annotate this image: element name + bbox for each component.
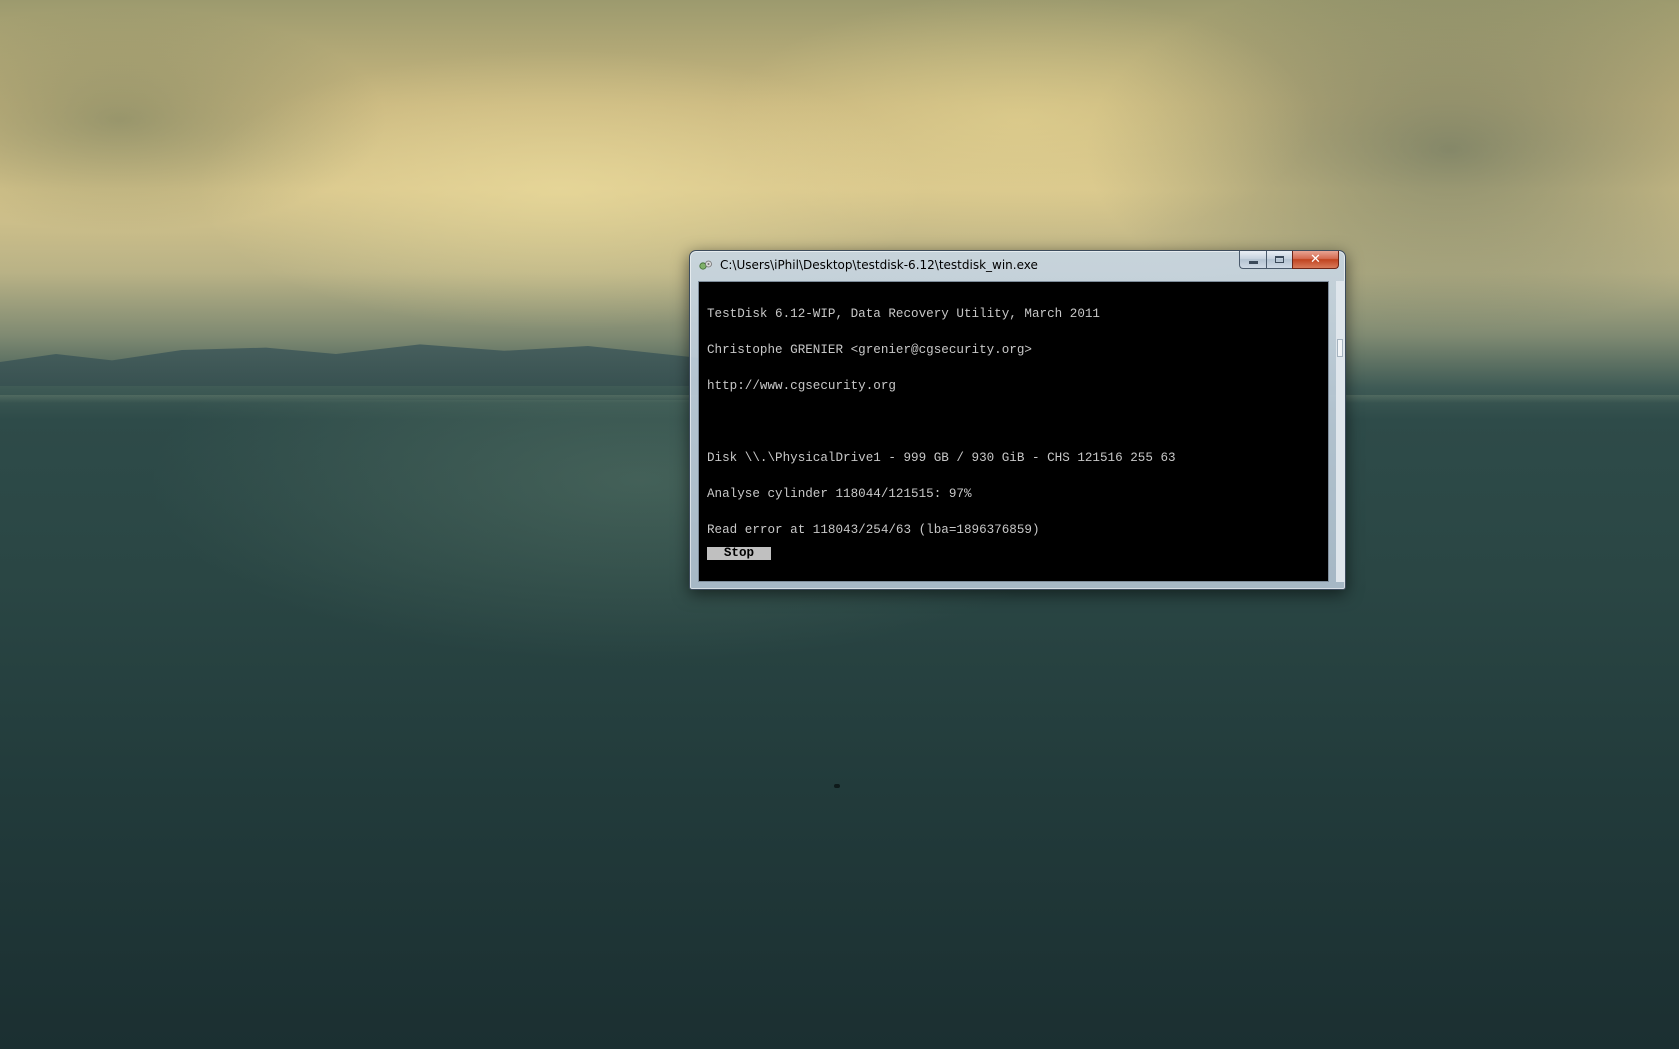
stop-button[interactable]: Stop — [707, 547, 771, 560]
window-title: C:\Users\iPhil\Desktop\testdisk-6.12\tes… — [720, 258, 1038, 272]
console-line: Analyse cylinder 118044/121515: 97% — [707, 487, 972, 501]
maximize-button[interactable] — [1266, 251, 1292, 269]
console-window[interactable]: C:\Users\iPhil\Desktop\testdisk-6.12\tes… — [689, 250, 1346, 590]
console-line: TestDisk 6.12-WIP, Data Recovery Utility… — [707, 307, 1100, 321]
caption-buttons: ✕ — [1239, 251, 1339, 270]
close-button[interactable]: ✕ — [1292, 251, 1339, 269]
console-line: Read error at 118043/254/63 (lba=1896376… — [707, 523, 1040, 537]
maximize-icon — [1275, 256, 1284, 263]
minimize-button[interactable] — [1239, 251, 1266, 269]
console-line: http://www.cgsecurity.org — [707, 379, 896, 393]
console-line: Christophe GRENIER <grenier@cgsecurity.o… — [707, 343, 1032, 357]
vertical-scrollbar[interactable] — [1336, 281, 1345, 582]
console-line: Disk \\.\PhysicalDrive1 - 999 GB / 930 G… — [707, 451, 1176, 465]
window-titlebar[interactable]: C:\Users\iPhil\Desktop\testdisk-6.12\tes… — [690, 251, 1345, 279]
close-icon: ✕ — [1310, 252, 1321, 267]
console-text: TestDisk 6.12-WIP, Data Recovery Utility… — [707, 284, 1176, 560]
app-icon — [699, 260, 712, 270]
minimize-icon — [1248, 261, 1258, 264]
scrollbar-thumb[interactable] — [1337, 339, 1343, 357]
wallpaper-boat — [834, 784, 840, 788]
console-output[interactable]: TestDisk 6.12-WIP, Data Recovery Utility… — [698, 281, 1329, 582]
